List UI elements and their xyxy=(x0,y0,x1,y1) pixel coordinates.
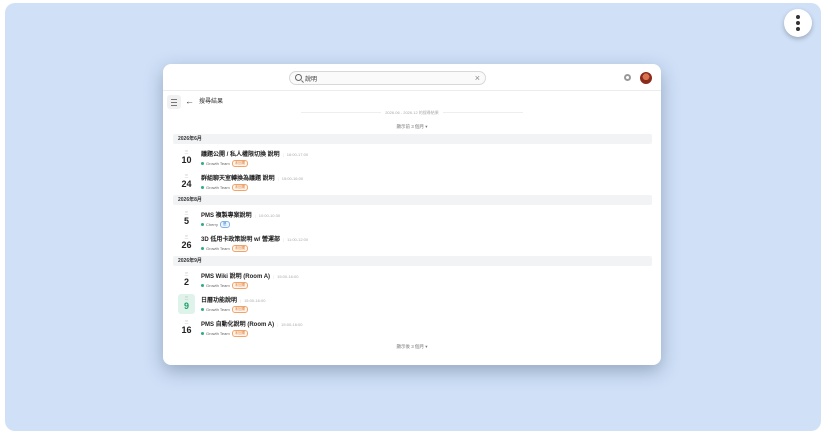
event-title[interactable]: 日曆功能說明15:00-16:00 xyxy=(201,296,265,306)
team-color-dot xyxy=(201,223,204,227)
expand-next-button[interactable]: 顯示後 3 個月 ▾ xyxy=(163,343,661,350)
date-box: 三 16 xyxy=(178,318,195,338)
team-name: Cherry xyxy=(206,222,219,227)
day-number: 10 xyxy=(181,155,192,165)
event-title-text: PMS 自動化說明 (Room A) xyxy=(201,322,275,328)
kebab-menu-icon[interactable] xyxy=(784,9,812,37)
back-arrow-icon[interactable]: ← xyxy=(185,95,194,108)
weekday-label: 三 xyxy=(184,234,189,239)
event-team: Growth Team 未回覆 xyxy=(201,282,249,290)
search-field[interactable]: × xyxy=(289,71,486,85)
event-row[interactable]: 三24群組聊天室轉換為議題 說明15:00-16:00Growth Team未回… xyxy=(173,171,652,195)
date-box: 三 10 xyxy=(178,148,195,168)
team-color-dot xyxy=(201,308,204,312)
event-team: Growth Team 未回覆 xyxy=(201,245,249,253)
event-title[interactable]: 3D 低用卡政策說明 w/ 營運部11:00-12:00 xyxy=(201,235,308,245)
event-row[interactable]: 三16PMS 自動化說明 (Room A)15:00-16:00Growth T… xyxy=(173,317,652,341)
event-title[interactable]: 議題公開 / 私人權限切換 說明16:00-17:00 xyxy=(201,150,308,160)
event-team: Growth Team 未回覆 xyxy=(201,160,249,168)
event-team: Growth Team 未回覆 xyxy=(201,330,249,338)
rsvp-badge: 未回覆 xyxy=(231,160,249,168)
month-header: 2026年9月 xyxy=(173,256,652,266)
event-time: 15:00-16:00 xyxy=(273,274,298,279)
team-name: Growth Team xyxy=(206,283,230,288)
clear-icon[interactable]: × xyxy=(475,72,480,84)
event-time: 15:00-16:00 xyxy=(278,176,303,181)
day-number: 16 xyxy=(181,325,192,335)
event-title-text: 3D 低用卡政策說明 w/ 營運部 xyxy=(201,237,281,243)
day-number: 9 xyxy=(183,301,189,311)
month-header: 2026年8月 xyxy=(173,195,652,205)
event-row[interactable]: 三9日曆功能說明15:00-16:00Growth Team未回覆 xyxy=(173,293,652,317)
rsvp-badge: 未回覆 xyxy=(231,306,249,314)
event-title-text: PMS Wiki 說明 (Room A) xyxy=(201,274,271,280)
search-results-window: × ← 搜尋結果 2026.06 - 2026.12 的搜尋結果 顯示前 3 個… xyxy=(163,64,661,365)
event-title-text: 群組聊天室轉換為議題 說明 xyxy=(201,176,275,182)
team-name: Growth Team xyxy=(206,246,230,251)
team-name: Growth Team xyxy=(206,161,230,166)
weekday-label: 三 xyxy=(184,173,189,178)
sidebar-toggle-icon[interactable] xyxy=(167,95,181,109)
expand-previous-button[interactable]: 顯示前 3 個月 ▾ xyxy=(163,123,661,130)
day-number: 5 xyxy=(183,216,189,226)
event-row[interactable]: 三5PMS 複製專案說明10:00-10:30Cherry是 xyxy=(173,208,652,232)
team-color-dot xyxy=(201,332,204,336)
event-title[interactable]: PMS Wiki 說明 (Room A)15:00-16:00 xyxy=(201,272,298,282)
rsvp-badge: 未回覆 xyxy=(231,330,249,338)
date-box: 三 24 xyxy=(178,172,195,192)
day-number: 26 xyxy=(181,240,192,250)
day-number: 2 xyxy=(183,277,189,287)
event-time: 16:00-17:00 xyxy=(283,152,308,157)
event-title-text: 議題公開 / 私人權限切換 說明 xyxy=(201,152,280,158)
day-number: 24 xyxy=(181,179,192,189)
event-row[interactable]: 三10議題公開 / 私人權限切換 說明16:00-17:00Growth Tea… xyxy=(173,147,652,171)
search-icon xyxy=(295,74,302,81)
team-color-dot xyxy=(201,284,204,288)
team-color-dot xyxy=(201,186,204,190)
event-time: 11:00-12:00 xyxy=(283,237,308,242)
avatar[interactable] xyxy=(640,72,652,84)
event-title[interactable]: PMS 自動化說明 (Room A)15:00-16:00 xyxy=(201,320,303,330)
month-header: 2026年6月 xyxy=(173,134,652,144)
event-time: 15:00-16:00 xyxy=(277,322,302,327)
date-box: 三5 xyxy=(178,209,195,229)
team-color-dot xyxy=(201,162,204,166)
weekday-label: 三 xyxy=(184,210,189,215)
team-name: Growth Team xyxy=(206,307,230,312)
event-time: 10:00-10:30 xyxy=(255,213,280,218)
page-title: 搜尋結果 xyxy=(199,99,224,105)
team-color-dot xyxy=(201,247,204,251)
gear-icon[interactable] xyxy=(624,74,631,81)
event-title-text: 日曆功能說明 xyxy=(201,298,238,304)
weekday-label: 三 xyxy=(184,319,189,324)
weekday-label: 三 xyxy=(184,271,189,276)
search-input[interactable] xyxy=(305,73,465,83)
rsvp-badge: 未回覆 xyxy=(231,282,249,290)
weekday-label: 三 xyxy=(184,149,189,154)
event-team: Cherry 是 xyxy=(201,221,230,229)
rsvp-badge: 未回覆 xyxy=(231,184,249,192)
team-name: Growth Team xyxy=(206,331,230,336)
event-title[interactable]: PMS 複製專案說明10:00-10:30 xyxy=(201,211,280,221)
event-team: Growth Team 未回覆 xyxy=(201,306,249,314)
top-bar: × xyxy=(163,64,661,91)
event-team: Growth Team 未回覆 xyxy=(201,184,249,192)
date-range-label: 2026.06 - 2026.12 的搜尋結果 xyxy=(163,109,661,116)
rsvp-badge: 未回覆 xyxy=(231,245,249,253)
team-name: Growth Team xyxy=(206,185,230,190)
event-title[interactable]: 群組聊天室轉換為議題 說明15:00-16:00 xyxy=(201,174,303,184)
date-box: 三 26 xyxy=(178,233,195,253)
date-box: 三2 xyxy=(178,270,195,290)
event-row[interactable]: 三2PMS Wiki 說明 (Room A)15:00-16:00Growth … xyxy=(173,269,652,293)
date-box: 三9 xyxy=(178,294,195,314)
rsvp-badge: 是 xyxy=(220,221,230,229)
event-row[interactable]: 三263D 低用卡政策說明 w/ 營運部11:00-12:00Growth Te… xyxy=(173,232,652,256)
event-time: 15:00-16:00 xyxy=(240,298,265,303)
weekday-label: 三 xyxy=(184,295,189,300)
event-title-text: PMS 複製專案說明 xyxy=(201,213,252,219)
